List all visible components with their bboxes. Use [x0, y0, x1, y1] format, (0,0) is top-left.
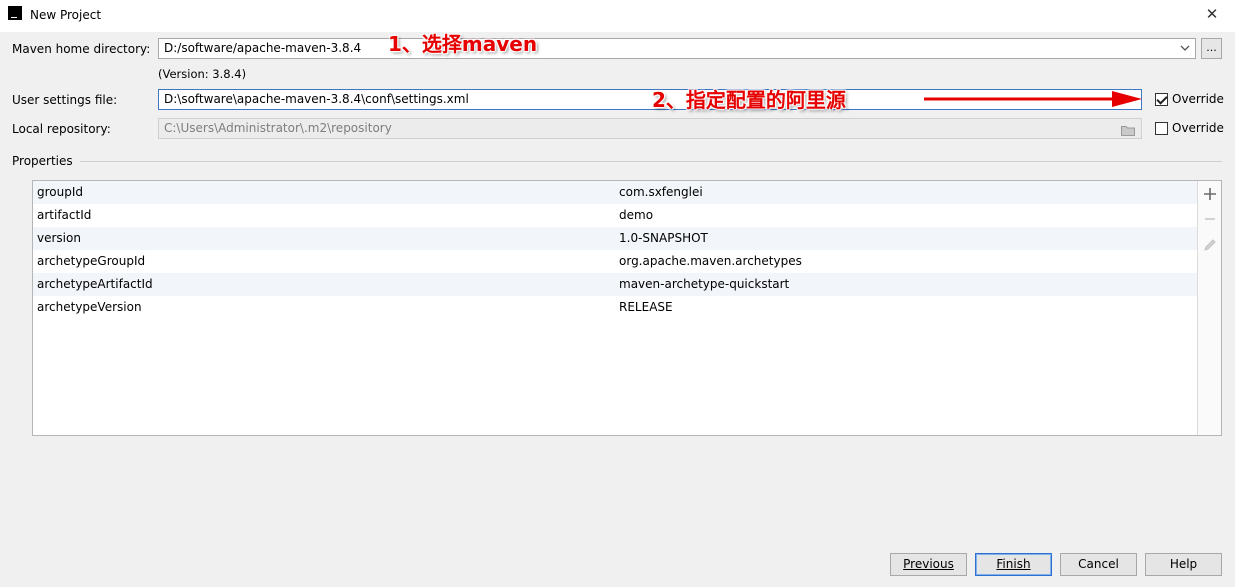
property-key: groupId [37, 185, 84, 199]
property-value: demo [619, 208, 654, 222]
user-settings-override-label: Override [1172, 92, 1224, 106]
table-row[interactable]: archetypeGroupId org.apache.maven.archety… [33, 250, 1197, 273]
edit-icon[interactable] [1202, 237, 1218, 253]
property-key: archetypeVersion [37, 300, 142, 314]
local-repository-value: C:\Users\Administrator\.m2\repository [164, 121, 392, 135]
table-row[interactable]: archetypeVersion RELEASE [33, 296, 1197, 319]
maven-home-value: D:/software/apache-maven-3.8.4 [164, 41, 362, 55]
properties-table[interactable]: groupId com.sxfenglei artifactId demo versio… [32, 180, 1222, 436]
table-row[interactable]: archetypeArtifactId maven-archetype-quick… [33, 273, 1197, 296]
property-value: maven-archetype-quickstart [619, 277, 790, 291]
property-key: artifactId [37, 208, 92, 222]
property-value: com.sxfenglei [619, 185, 703, 199]
annotation-step1: 1、选择maven [388, 32, 538, 56]
chevron-down-icon[interactable] [1179, 42, 1191, 56]
local-repository-override-checkbox[interactable] [1155, 122, 1168, 135]
property-key: archetypeArtifactId [37, 277, 153, 291]
intellij-app-icon [8, 6, 22, 20]
annotation-step2: 2、指定配置的阿里源 [652, 88, 846, 112]
property-value: org.apache.maven.archetypes [619, 254, 802, 268]
add-icon[interactable] [1202, 186, 1218, 202]
user-settings-label: User settings file: [12, 93, 118, 107]
maven-version-note: (Version: 3.8.4) [158, 67, 247, 81]
properties-toolbar [1197, 181, 1221, 435]
cancel-button[interactable]: Cancel [1060, 553, 1137, 576]
finish-button[interactable]: Finish [975, 553, 1052, 576]
annotation-arrow [924, 91, 1142, 107]
user-settings-override-checkbox[interactable] [1155, 93, 1168, 106]
previous-button[interactable]: Previous [890, 553, 967, 576]
maven-home-combobox[interactable]: D:/software/apache-maven-3.8.4 [158, 38, 1196, 59]
properties-section-label: Properties [12, 154, 73, 168]
close-icon[interactable]: ✕ [1203, 5, 1221, 23]
local-repository-label: Local repository: [12, 122, 111, 136]
local-repository-override-label: Override [1172, 121, 1224, 135]
window-title: New Project [30, 8, 102, 22]
maven-home-label-text: Maven home directory: [12, 42, 151, 56]
help-button[interactable]: Help [1145, 553, 1222, 576]
remove-icon[interactable] [1202, 211, 1218, 227]
property-value: 1.0-SNAPSHOT [619, 231, 708, 245]
browse-maven-home-button[interactable]: ... [1201, 38, 1222, 59]
property-key: archetypeGroupId [37, 254, 146, 268]
finish-button-label: Finish [996, 557, 1031, 571]
table-row[interactable]: artifactId demo [33, 204, 1197, 227]
property-key: version [37, 231, 81, 245]
previous-button-label: Previous [903, 557, 954, 571]
properties-separator [80, 161, 1222, 162]
maven-home-label: Maven home directory: [12, 42, 150, 56]
property-value: RELEASE [619, 300, 673, 314]
user-settings-value: D:\software\apache-maven-3.8.4\conf\sett… [164, 92, 469, 106]
folder-icon [1121, 123, 1135, 136]
title-bar: New Project ✕ [0, 0, 1235, 32]
table-row[interactable]: version 1.0-SNAPSHOT [33, 227, 1197, 250]
table-row[interactable]: groupId com.sxfenglei [33, 181, 1197, 204]
local-repository-input: C:\Users\Administrator\.m2\repository [158, 118, 1142, 139]
